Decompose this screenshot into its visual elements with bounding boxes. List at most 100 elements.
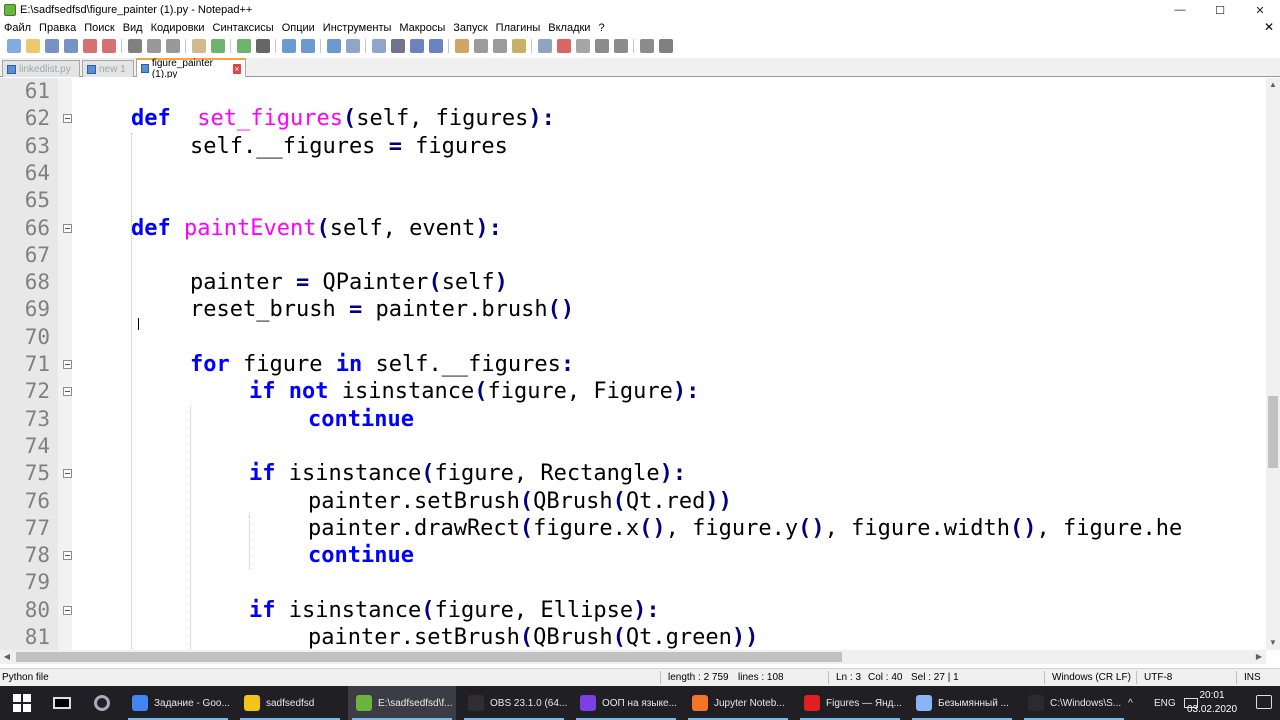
taskbar-app-button[interactable]: E:\sadfsedfsd\f... [348, 686, 456, 720]
indent-guide-icon[interactable] [428, 39, 443, 53]
tab-new-1[interactable]: new 1 [82, 60, 134, 77]
fold-toggle-icon[interactable] [63, 387, 72, 397]
wrap-icon[interactable] [390, 39, 405, 53]
scroll-down-arrow-icon[interactable]: ▼ [1266, 636, 1280, 650]
code-text: def paintEvent(self, event): [131, 215, 502, 241]
save-all-icon[interactable] [63, 39, 78, 53]
scroll-up-arrow-icon[interactable]: ▲ [1266, 78, 1280, 92]
run-macro-multiple-icon[interactable] [613, 39, 628, 53]
toolbar [0, 36, 1280, 56]
code-line: 63 self.__figures = figures [0, 133, 1266, 160]
menu-view[interactable]: Вид [119, 22, 147, 34]
line-number: 79 [24, 570, 50, 595]
menu-settings[interactable]: Опции [278, 22, 319, 34]
menu-help[interactable]: ? [594, 22, 608, 34]
open-file-icon[interactable] [25, 39, 40, 53]
line-number: 80 [24, 597, 50, 622]
maximize-button[interactable]: ☐ [1200, 0, 1240, 20]
taskbar-app-button[interactable]: Задание - Goo... [124, 686, 232, 720]
fold-toggle-icon[interactable] [63, 605, 72, 615]
scroll-right-arrow-icon[interactable]: ▶ [1252, 650, 1266, 664]
taskbar-app-button[interactable]: ООП на языке... [572, 686, 680, 720]
new-file-icon[interactable] [6, 39, 21, 53]
notification-center-icon[interactable] [1256, 695, 1272, 709]
taskbar-app-button[interactable]: C:\Windows\S... [1020, 686, 1128, 720]
menu-macro[interactable]: Макросы [395, 22, 449, 34]
menu-window[interactable]: Вкладки [544, 22, 594, 34]
status-eol[interactable]: Windows (CR LF) [1052, 672, 1131, 683]
task-view-button[interactable] [44, 686, 80, 720]
taskbar-app-button[interactable]: sadfsedfsd [236, 686, 344, 720]
zoom-in-icon[interactable] [300, 39, 315, 53]
vertical-scrollbar[interactable]: ▲ ▼ [1266, 78, 1280, 650]
zoom-out-icon[interactable] [326, 39, 341, 53]
fold-toggle-icon[interactable] [63, 114, 72, 124]
spellcheck-icon[interactable] [658, 39, 673, 53]
tray-chevron-icon[interactable]: ^ [1128, 686, 1133, 720]
clock[interactable]: 20:01 03.02.2020 [1184, 689, 1240, 717]
close-document-icon[interactable]: ✕ [1264, 20, 1274, 34]
menu-language[interactable]: Синтаксисы [209, 22, 278, 34]
copy-icon[interactable] [165, 39, 180, 53]
scroll-left-arrow-icon[interactable]: ◀ [0, 650, 14, 664]
menu-plugins[interactable]: Плагины [492, 22, 545, 34]
taskbar-app-button[interactable]: Jupyter Noteb... [684, 686, 792, 720]
undo-icon[interactable] [210, 39, 225, 53]
monitor-icon[interactable] [537, 39, 552, 53]
record-macro-icon[interactable] [556, 39, 571, 53]
menu-edit[interactable]: Правка [35, 22, 80, 34]
tab-linkedlist[interactable]: linkedlist.py [2, 60, 80, 77]
pinned-app-button[interactable] [84, 686, 120, 720]
taskbar-app-label: Задание - Goo... [154, 697, 230, 709]
window-controls: — ☐ ✕ [1160, 0, 1280, 20]
play-macro-icon[interactable] [594, 39, 609, 53]
sync-v-icon[interactable] [345, 39, 360, 53]
save-icon[interactable] [44, 39, 59, 53]
fold-toggle-icon[interactable] [63, 223, 72, 233]
paste-icon[interactable] [191, 39, 206, 53]
close-all-icon[interactable] [101, 39, 116, 53]
function-list-icon[interactable] [492, 39, 507, 53]
taskbar-app-button[interactable]: Безымянный ... [908, 686, 1016, 720]
horizontal-scrollbar[interactable]: ◀ ▶ [0, 650, 1266, 664]
cut-icon[interactable] [146, 39, 161, 53]
sync-h-icon[interactable] [371, 39, 386, 53]
taskbar-app-label: OBS 23.1.0 (64... [490, 697, 568, 709]
menu-run[interactable]: Запуск [449, 22, 491, 34]
line-number: 62 [24, 106, 50, 131]
vertical-scroll-thumb[interactable] [1268, 396, 1278, 468]
close-window-button[interactable]: ✕ [1240, 0, 1280, 20]
folder-workspace-icon[interactable] [511, 39, 526, 53]
toolbar-separator [320, 39, 321, 53]
menu-search[interactable]: Поиск [80, 22, 118, 34]
fold-toggle-icon[interactable] [63, 360, 72, 369]
start-button[interactable] [0, 686, 44, 720]
fold-toggle-icon[interactable] [63, 469, 72, 479]
close-icon[interactable] [82, 39, 97, 53]
taskbar-app-button[interactable]: Figures — Янд... [796, 686, 904, 720]
windows-logo-icon [13, 694, 31, 712]
stop-macro-icon[interactable] [575, 39, 590, 53]
code-text: def set_figures(self, figures): [131, 106, 555, 132]
tab-close-icon[interactable]: × [232, 63, 241, 74]
fold-toggle-icon[interactable] [63, 551, 72, 561]
horizontal-scroll-thumb[interactable] [16, 652, 842, 662]
status-encoding[interactable]: UTF-8 [1144, 672, 1172, 683]
save-macro-icon[interactable] [639, 39, 654, 53]
line-number: 65 [24, 188, 50, 213]
redo-icon[interactable] [236, 39, 251, 53]
code-editor[interactable]: 61 62 def set_figures(self, figures): 63 sel… [0, 78, 1266, 650]
menu-tools[interactable]: Инструменты [319, 22, 396, 34]
udl-icon[interactable] [454, 39, 469, 53]
all-chars-icon[interactable] [409, 39, 424, 53]
menu-encoding[interactable]: Кодировки [147, 22, 209, 34]
minimize-button[interactable]: — [1160, 0, 1200, 20]
find-icon[interactable] [255, 39, 270, 53]
taskbar-app-button[interactable]: OBS 23.1.0 (64... [460, 686, 568, 720]
replace-icon[interactable] [281, 39, 296, 53]
menu-file[interactable]: Файл [0, 22, 35, 34]
tab-figure-painter[interactable]: figure_painter (1).py × [136, 58, 246, 80]
print-icon[interactable] [127, 39, 142, 53]
doc-map-icon[interactable] [473, 39, 488, 53]
input-language-indicator[interactable]: ENG [1154, 686, 1176, 720]
